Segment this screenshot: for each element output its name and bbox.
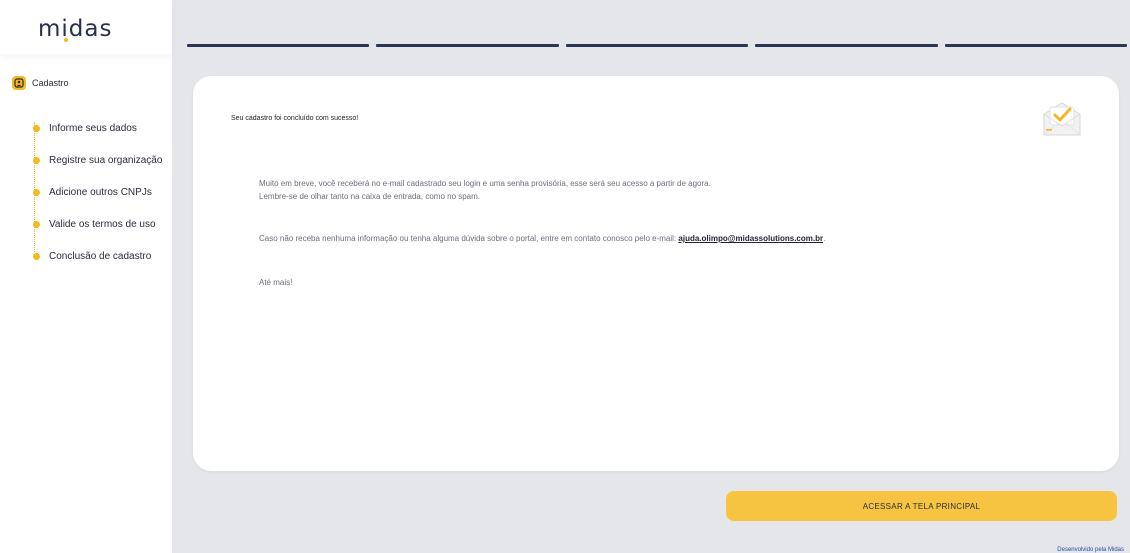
message-paragraph-1: Muito em breve, você receberá no e-mail … [259, 177, 711, 203]
sidebar: midas Cadastro Informe seus dados Regist… [0, 0, 172, 553]
progress-tab-1 [187, 44, 370, 47]
step-label: Valide os termos de uso [49, 218, 156, 230]
step-label: Conclusão de cadastro [49, 250, 152, 262]
step-informe-seus-dados[interactable]: Informe seus dados [33, 112, 173, 144]
logo-area: midas [0, 0, 172, 54]
steps-list: Informe seus dados Registre sua organiza… [33, 112, 173, 272]
step-dot [33, 124, 40, 132]
success-title: Seu cadastro foi concluído com sucesso! [231, 115, 359, 122]
step-label: Adicione outros CNPJs [49, 186, 152, 198]
step-dot [33, 156, 40, 164]
contact-suffix: . [823, 234, 826, 243]
section-label: Cadastro [32, 78, 69, 88]
step-dot [33, 252, 40, 260]
access-main-screen-button[interactable]: ACESSAR A TELA PRINCIPAL [726, 491, 1117, 521]
progress-tab-2 [376, 44, 559, 47]
midas-logo: midas [38, 16, 113, 42]
contact-text: Caso não receba nenhuma informação ou te… [259, 234, 677, 243]
message-line-1: Muito em breve, você receberá no e-mail … [259, 179, 711, 188]
step-conclusao-cadastro[interactable]: Conclusão de cadastro [33, 240, 173, 272]
step-adicione-cnpjs[interactable]: Adicione outros CNPJs [33, 176, 173, 208]
progress-tab-5 [944, 44, 1128, 47]
step-label: Registre sua organização [49, 154, 163, 166]
envelope-check-icon [1041, 100, 1083, 138]
message-paragraph-2: Caso não receba nenhuma informação ou te… [259, 234, 825, 243]
step-dot [33, 188, 40, 196]
progress-tab-4 [755, 44, 938, 47]
message-line-2: Lembre-se de olhar tanto na caixa de ent… [259, 192, 481, 201]
logo-accent-dot [64, 38, 68, 42]
footer-credit[interactable]: Desenvolvido pela Midas [1057, 547, 1124, 553]
step-registre-organizacao[interactable]: Registre sua organização [33, 144, 173, 176]
support-email-link[interactable]: ajuda.olimpo@midassolutions.com.br [678, 234, 823, 243]
step-valide-termos[interactable]: Valide os termos de uso [33, 208, 173, 240]
step-label: Informe seus dados [49, 122, 137, 134]
success-card: Seu cadastro foi concluído com sucesso! … [193, 76, 1119, 471]
step-dot [33, 220, 40, 228]
section-header-cadastro: Cadastro [12, 76, 69, 90]
progress-tab-3 [565, 44, 749, 47]
closing-text: Até mais! [259, 278, 293, 287]
progress-tabs [187, 44, 1128, 48]
user-badge-icon [12, 76, 26, 90]
